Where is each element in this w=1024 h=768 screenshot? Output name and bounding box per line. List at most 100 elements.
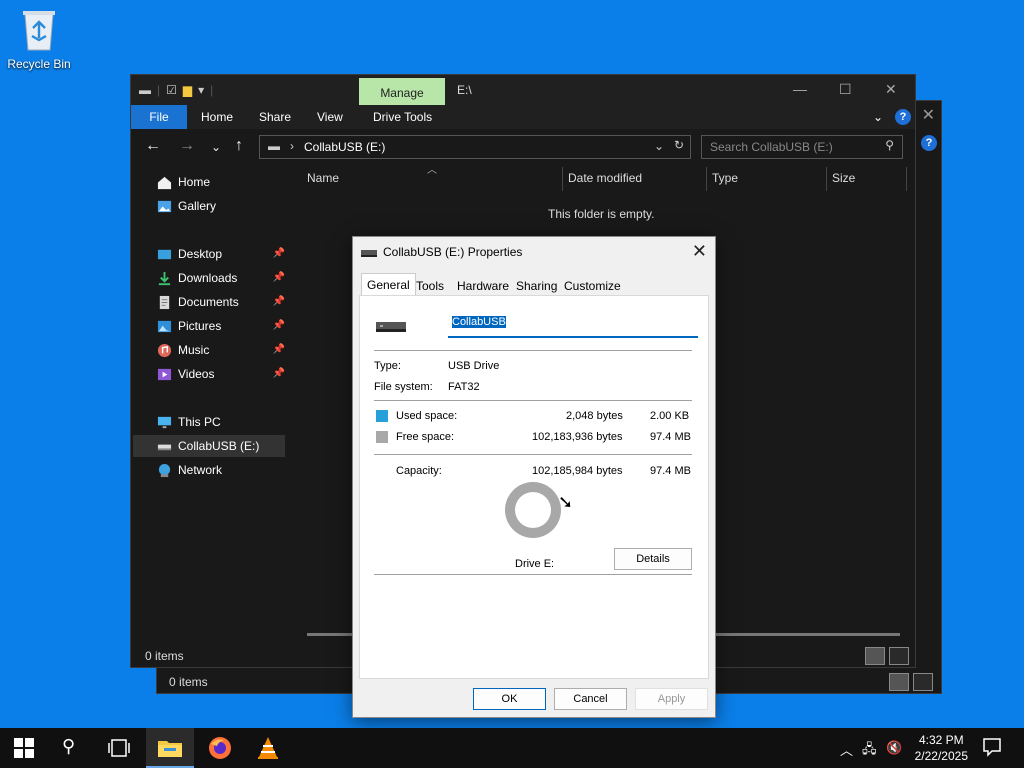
drive-name-input[interactable]: CollabUSB (448, 316, 698, 338)
expand-ribbon-icon[interactable]: ⌄ (873, 110, 883, 124)
apply-button[interactable]: Apply (635, 688, 708, 710)
sidebar-item-pictures[interactable]: Pictures 📌 (133, 315, 285, 337)
tab-general[interactable]: General (361, 273, 416, 296)
pin-icon[interactable]: 📌 (273, 243, 285, 265)
tab-hardware[interactable]: Hardware (457, 275, 509, 295)
address-bar[interactable]: ▬ › CollabUSB (E:) ⌄ ↻ (259, 135, 691, 159)
pin-icon[interactable]: 📌 (273, 291, 285, 313)
free-space-bytes: 102,183,936 bytes (532, 431, 623, 443)
column-header-type[interactable]: Type (712, 171, 738, 185)
vlc-icon[interactable] (256, 736, 280, 760)
sidebar-label: This PC (178, 415, 221, 429)
recent-locations-icon[interactable]: ⌄ (211, 140, 221, 154)
drive-name-selected-text: CollabUSB (452, 316, 506, 328)
back-close-icon[interactable]: ✕ (922, 105, 935, 125)
status-text: 0 items (145, 649, 184, 663)
ok-button[interactable]: OK (473, 688, 546, 710)
properties-icon[interactable]: ☑ (166, 83, 177, 97)
recycle-bin[interactable]: Recycle Bin (6, 8, 72, 71)
address-dropdown-icon[interactable]: ⌄ (654, 139, 664, 153)
download-icon (158, 271, 171, 286)
properties-dialog[interactable]: CollabUSB (E:) Properties ✕ General Tool… (352, 236, 716, 718)
sidebar-item-this-pc[interactable]: This PC (133, 411, 285, 433)
volume-muted-icon[interactable]: 🔇 (886, 740, 902, 756)
tab-view[interactable]: View (317, 105, 343, 129)
sidebar-item-downloads[interactable]: Downloads 📌 (133, 267, 285, 289)
clock-date: 2/22/2025 (914, 749, 968, 763)
firefox-icon[interactable] (208, 736, 232, 760)
search-icon: ⚲ (885, 138, 894, 152)
sidebar-label: Home (178, 175, 211, 189)
forward-arrow-icon[interactable]: → (179, 137, 195, 155)
tab-file[interactable]: File (131, 105, 187, 129)
column-header-date-modified[interactable]: Date modified (568, 171, 642, 185)
minimize-icon[interactable]: — (793, 81, 807, 97)
column-header-name[interactable]: Name (307, 171, 339, 185)
sidebar-item-videos[interactable]: Videos 📌 (133, 363, 285, 385)
title-bar[interactable]: ▬ | ☑ ▆ ▾ | Manage E:\ — ☐ ✕ (131, 75, 915, 105)
tab-drive-tools[interactable]: Drive Tools (373, 105, 432, 129)
sidebar-item-music[interactable]: Music 📌 (133, 339, 285, 361)
details-view-button[interactable] (865, 647, 885, 665)
used-space-swatch (376, 410, 388, 422)
network-disconnected-icon[interactable]: 🖧 (862, 740, 877, 762)
maximize-icon[interactable]: ☐ (839, 81, 852, 98)
close-icon[interactable]: ✕ (885, 81, 897, 98)
sidebar-item-home[interactable]: Home (133, 171, 285, 193)
back-arrow-icon[interactable]: ← (145, 137, 161, 155)
back-details-view-button[interactable] (889, 673, 909, 691)
search-placeholder: Search CollabUSB (E:) (710, 140, 833, 154)
sidebar-item-collabusb[interactable]: CollabUSB (E:) (133, 435, 285, 457)
sidebar-label: Network (178, 463, 223, 477)
tab-share[interactable]: Share (259, 105, 291, 129)
pc-icon (157, 416, 172, 429)
quick-access-dropdown-icon[interactable]: ▾ (198, 83, 204, 97)
tab-home[interactable]: Home (201, 105, 233, 129)
tiles-view-button[interactable] (889, 647, 909, 665)
breadcrumb-chevron-icon[interactable]: › (290, 139, 294, 153)
capacity-label: Capacity: (396, 465, 442, 477)
show-hidden-icons-icon[interactable]: ︿ (840, 740, 853, 759)
back-help-icon[interactable]: ? (921, 135, 937, 151)
back-tiles-view-button[interactable] (913, 673, 933, 691)
pin-icon[interactable]: 📌 (273, 315, 285, 337)
column-header-size[interactable]: Size (832, 171, 855, 185)
refresh-icon[interactable]: ↻ (674, 138, 684, 152)
notifications-icon[interactable] (982, 737, 1002, 757)
dialog-close-icon[interactable]: ✕ (692, 241, 707, 262)
search-icon[interactable]: ⚲ (62, 736, 75, 757)
drive-icon: ▬ (139, 83, 151, 97)
up-arrow-icon[interactable]: ↑ (235, 137, 243, 155)
pin-icon[interactable]: 📌 (273, 339, 285, 361)
horizontal-scrollbar[interactable] (307, 633, 353, 636)
music-icon (157, 343, 172, 358)
details-button[interactable]: Details (614, 548, 692, 570)
file-explorer-taskbar-button[interactable] (146, 728, 194, 768)
sidebar-label: Music (178, 343, 210, 357)
search-input[interactable]: Search CollabUSB (E:) ⚲ (701, 135, 903, 159)
manage-context-tab[interactable]: Manage (359, 78, 445, 105)
capacity-size: 97.4 MB (650, 465, 691, 477)
tab-sharing[interactable]: Sharing (516, 275, 557, 295)
tab-tools[interactable]: Tools (416, 275, 444, 295)
pin-icon[interactable]: 📌 (273, 363, 285, 385)
file-system-value: FAT32 (448, 381, 480, 393)
task-view-icon[interactable] (108, 738, 130, 758)
cancel-button[interactable]: Cancel (554, 688, 627, 710)
horizontal-scrollbar-track[interactable] (714, 633, 900, 636)
windows-start-icon[interactable] (14, 738, 34, 758)
sidebar-item-gallery[interactable]: Gallery (133, 195, 285, 217)
sidebar-item-documents[interactable]: Documents 📌 (133, 291, 285, 313)
back-status-text: 0 items (169, 675, 208, 689)
help-icon[interactable]: ? (895, 109, 911, 125)
free-space-size: 97.4 MB (650, 431, 691, 443)
sidebar-item-desktop[interactable]: Desktop 📌 (133, 243, 285, 265)
sidebar-item-network[interactable]: Network (133, 459, 285, 481)
pin-icon[interactable]: 📌 (273, 267, 285, 289)
sort-ascending-icon: ︿ (427, 165, 437, 176)
gallery-icon (157, 200, 172, 213)
folder-icon[interactable]: ▆ (183, 83, 192, 97)
sidebar-label: Documents (178, 295, 239, 309)
tab-customize[interactable]: Customize (564, 275, 621, 295)
clock[interactable]: 4:32 PM 2/22/2025 (915, 732, 968, 764)
